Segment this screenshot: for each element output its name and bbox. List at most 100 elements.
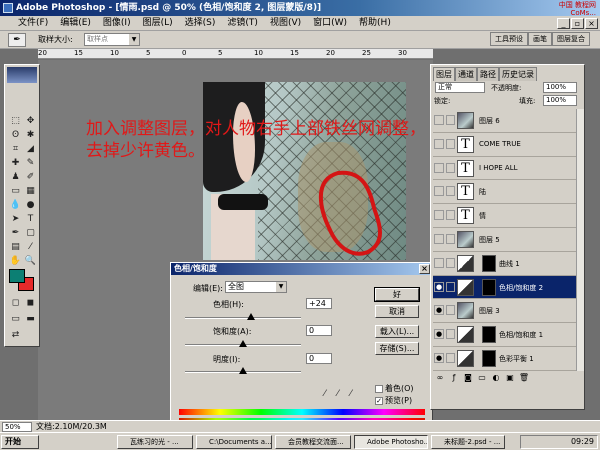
slice-tool-icon[interactable]: ◢ — [24, 143, 37, 155]
layer-row[interactable]: 图层 5 — [433, 228, 576, 252]
layer-link-slot[interactable] — [446, 257, 455, 268]
saturation-slider[interactable] — [185, 340, 301, 347]
marquee-tool-icon[interactable]: ⬚ — [9, 115, 22, 127]
layer-row[interactable]: 图层 6 — [433, 109, 576, 133]
eye-icon[interactable]: ● — [434, 305, 444, 316]
tab-tool-presets[interactable]: 工具预设 — [490, 32, 528, 46]
layer-link-slot[interactable] — [446, 210, 455, 221]
eye-icon[interactable]: ● — [434, 329, 444, 340]
sample-size-select[interactable]: 取样点 ▼ — [84, 33, 140, 46]
layer-mask-thumbnail[interactable] — [482, 326, 496, 344]
close-button[interactable]: × — [585, 18, 598, 29]
taskbar-item[interactable]: 瓦练习的光 - ... — [117, 435, 193, 449]
quick-mask-mode-icon[interactable]: ◼ — [24, 297, 37, 309]
magic-wand-tool-icon[interactable]: ✱ — [24, 129, 37, 141]
cancel-button[interactable]: 取消 — [375, 305, 419, 318]
tab-layers[interactable]: 图层 — [433, 67, 455, 81]
zoom-field[interactable]: 50% — [2, 422, 32, 432]
layer-style-icon[interactable]: ƒ — [447, 373, 461, 382]
shape-tool-icon[interactable]: ▢ — [24, 227, 37, 239]
link-layers-icon[interactable]: ∞ — [433, 373, 447, 382]
visibility-toggle[interactable] — [434, 115, 444, 125]
tab-brushes[interactable]: 画笔 — [528, 32, 552, 46]
add-mask-icon[interactable]: ◙ — [461, 373, 475, 382]
lightness-input[interactable]: 0 — [306, 353, 332, 364]
colorize-checkbox-box[interactable] — [375, 384, 383, 393]
layer-row[interactable]: ● 色相/饱和度 1 — [433, 323, 576, 347]
layer-row[interactable]: ● 色相/饱和度 2 — [433, 275, 576, 300]
edit-channel-select[interactable]: 全图 ▼ — [225, 281, 287, 293]
notes-tool-icon[interactable]: ▤ — [9, 241, 22, 253]
saturation-input[interactable]: 0 — [306, 325, 332, 336]
lasso-tool-icon[interactable]: ʘ — [9, 129, 22, 141]
gradient-tool-icon[interactable]: ▦ — [24, 185, 37, 197]
taskbar-item[interactable]: Adobe Photosho... — [354, 435, 428, 449]
tab-layer-comps[interactable]: 图层复合 — [552, 32, 590, 46]
hand-tool-icon[interactable]: ✋ — [9, 255, 22, 267]
layer-link-slot[interactable] — [446, 329, 455, 340]
layer-row[interactable]: 曲线 1 — [433, 252, 576, 276]
document-photo[interactable] — [203, 82, 406, 260]
tab-channels[interactable]: 通道 — [455, 67, 477, 81]
menu-help[interactable]: 帮助(H) — [353, 16, 397, 31]
visibility-toggle[interactable] — [434, 210, 444, 221]
layer-row[interactable]: ● 图层 3 — [433, 299, 576, 324]
new-layer-icon[interactable]: ▣ — [503, 373, 517, 382]
tab-history[interactable]: 历史记录 — [499, 67, 537, 81]
layer-link-slot[interactable] — [446, 352, 455, 363]
hue-slider[interactable] — [185, 313, 301, 320]
menu-view[interactable]: 视图(V) — [264, 16, 307, 31]
dodge-tool-icon[interactable]: ● — [24, 199, 37, 211]
load-button[interactable]: 载入(L)... — [375, 325, 419, 338]
layer-row[interactable]: T I HOPE ALL — [433, 157, 576, 181]
layer-link-slot[interactable] — [446, 281, 455, 292]
save-button[interactable]: 存储(S)... — [375, 342, 419, 355]
layer-link-slot[interactable] — [446, 186, 455, 197]
restore-button[interactable]: ▫ — [571, 18, 584, 29]
move-tool-icon[interactable]: ✥ — [24, 115, 37, 127]
menu-edit[interactable]: 编辑(E) — [54, 16, 97, 31]
layer-row[interactable]: ● 色彩平衡 1 — [433, 347, 576, 371]
eyedropper-tool-icon[interactable]: ⁄ — [24, 241, 37, 253]
layer-row[interactable]: T COME TRUE — [433, 133, 576, 157]
healing-brush-tool-icon[interactable]: ✚ — [9, 157, 22, 169]
layer-row[interactable]: T情 — [433, 204, 576, 228]
eyedropper-icon[interactable]: ⁄ — [324, 389, 326, 399]
screen-mode-icon[interactable]: ▭ — [9, 313, 22, 325]
standard-mode-icon[interactable]: ◻ — [9, 297, 22, 309]
hue-slider-thumb[interactable] — [247, 313, 255, 320]
history-brush-tool-icon[interactable]: ✐ — [24, 171, 37, 183]
layer-mask-thumbnail[interactable] — [482, 278, 496, 296]
fill-input[interactable]: 100% — [543, 95, 577, 106]
layer-link-slot[interactable] — [446, 138, 455, 149]
clone-stamp-tool-icon[interactable]: ♟ — [9, 171, 22, 183]
menu-filter[interactable]: 滤镜(T) — [221, 16, 264, 31]
eyedropper-plus-icon[interactable]: ⁄ — [337, 389, 339, 399]
full-screen-mode-icon[interactable]: ▬ — [24, 313, 37, 325]
menu-layer[interactable]: 图层(L) — [137, 16, 179, 31]
saturation-slider-thumb[interactable] — [239, 340, 247, 347]
layer-list-scrollbar[interactable] — [576, 109, 584, 371]
taskbar-item[interactable]: C:\Documents a... — [196, 435, 272, 449]
layer-mask-thumbnail[interactable] — [482, 254, 496, 272]
eye-icon[interactable]: ● — [434, 352, 444, 363]
brush-tool-icon[interactable]: ✎ — [24, 157, 37, 169]
eye-icon[interactable]: ● — [434, 281, 444, 292]
minimize-button[interactable]: _ — [557, 18, 570, 29]
menu-image[interactable]: 图像(I) — [97, 16, 137, 31]
lightness-slider[interactable] — [185, 367, 301, 374]
jump-to-imageready-icon[interactable]: ⇄ — [9, 329, 22, 341]
preview-checkbox-box[interactable]: ✓ — [375, 396, 383, 405]
trash-icon[interactable]: 🗑 — [517, 373, 531, 382]
opacity-input[interactable]: 100% — [543, 82, 577, 93]
crop-tool-icon[interactable]: ⌗ — [9, 143, 22, 155]
lightness-slider-thumb[interactable] — [239, 367, 247, 374]
pen-tool-icon[interactable]: ✒ — [9, 227, 22, 239]
taskbar-item[interactable]: 未标题-2.psd - ... — [431, 435, 505, 449]
layer-link-slot[interactable] — [446, 115, 455, 125]
eraser-tool-icon[interactable]: ▭ — [9, 185, 22, 197]
layer-mask-thumbnail[interactable] — [482, 349, 496, 367]
colorize-checkbox[interactable]: 着色(O) — [375, 383, 414, 394]
layer-row[interactable]: T陆 — [433, 180, 576, 205]
layer-link-slot[interactable] — [446, 305, 455, 316]
